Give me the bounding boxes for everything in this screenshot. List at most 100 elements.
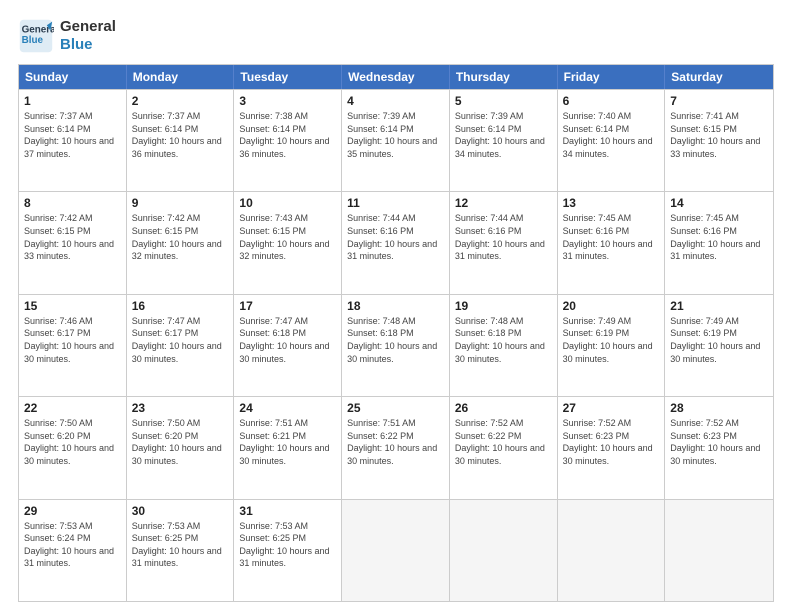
day-info: Sunrise: 7:51 AMSunset: 6:21 PMDaylight:… xyxy=(239,417,336,467)
day-header-thursday: Thursday xyxy=(450,65,558,89)
day-info: Sunrise: 7:37 AMSunset: 6:14 PMDaylight:… xyxy=(24,110,121,160)
day-number: 27 xyxy=(563,401,660,415)
header: General Blue General Blue xyxy=(18,18,774,54)
calendar-cell xyxy=(450,500,558,601)
day-number: 10 xyxy=(239,196,336,210)
calendar-row-5: 29Sunrise: 7:53 AMSunset: 6:24 PMDayligh… xyxy=(19,499,773,601)
calendar-cell: 25Sunrise: 7:51 AMSunset: 6:22 PMDayligh… xyxy=(342,397,450,498)
day-info: Sunrise: 7:44 AMSunset: 6:16 PMDaylight:… xyxy=(347,212,444,262)
calendar-cell: 16 Sunrise: 7:47 AMSunset: 6:17 PMDayligh… xyxy=(127,295,235,396)
day-info: Sunrise: 7:52 AMSunset: 6:23 PMDaylight:… xyxy=(563,417,660,467)
calendar-cell xyxy=(342,500,450,601)
day-number: 16 xyxy=(132,299,229,313)
day-number: 7 xyxy=(670,94,768,108)
day-header-sunday: Sunday xyxy=(19,65,127,89)
calendar-cell: 29Sunrise: 7:53 AMSunset: 6:24 PMDayligh… xyxy=(19,500,127,601)
day-info: Sunrise: 7:53 AMSunset: 6:25 PMDaylight:… xyxy=(132,520,229,570)
day-header-wednesday: Wednesday xyxy=(342,65,450,89)
day-info: Sunrise: 7:49 AMSunset: 6:19 PMDaylight:… xyxy=(670,315,768,365)
day-info: Sunrise: 7:45 AMSunset: 6:16 PMDaylight:… xyxy=(563,212,660,262)
calendar-cell: 2 Sunrise: 7:37 AMSunset: 6:14 PMDaylight… xyxy=(127,90,235,191)
day-info: Sunrise: 7:44 AMSunset: 6:16 PMDaylight:… xyxy=(455,212,552,262)
logo-icon: General Blue xyxy=(18,18,54,54)
calendar-cell: 13 Sunrise: 7:45 AMSunset: 6:16 PMDayligh… xyxy=(558,192,666,293)
day-info: Sunrise: 7:47 AMSunset: 6:17 PMDaylight:… xyxy=(132,315,229,365)
calendar-cell: 5 Sunrise: 7:39 AMSunset: 6:14 PMDaylight… xyxy=(450,90,558,191)
day-number: 15 xyxy=(24,299,121,313)
day-number: 5 xyxy=(455,94,552,108)
day-number: 4 xyxy=(347,94,444,108)
calendar-cell: 11 Sunrise: 7:44 AMSunset: 6:16 PMDayligh… xyxy=(342,192,450,293)
calendar-row-1: 1 Sunrise: 7:37 AMSunset: 6:14 PMDaylight… xyxy=(19,89,773,191)
day-number: 22 xyxy=(24,401,121,415)
calendar-cell: 14 Sunrise: 7:45 AMSunset: 6:16 PMDayligh… xyxy=(665,192,773,293)
day-info: Sunrise: 7:46 AMSunset: 6:17 PMDaylight:… xyxy=(24,315,121,365)
day-number: 2 xyxy=(132,94,229,108)
day-number: 26 xyxy=(455,401,552,415)
day-info: Sunrise: 7:49 AMSunset: 6:19 PMDaylight:… xyxy=(563,315,660,365)
day-number: 14 xyxy=(670,196,768,210)
calendar-cell: 10 Sunrise: 7:43 AMSunset: 6:15 PMDayligh… xyxy=(234,192,342,293)
day-info: Sunrise: 7:41 AMSunset: 6:15 PMDaylight:… xyxy=(670,110,768,160)
calendar-header: SundayMondayTuesdayWednesdayThursdayFrid… xyxy=(19,65,773,89)
calendar-cell: 17Sunrise: 7:47 AMSunset: 6:18 PMDayligh… xyxy=(234,295,342,396)
day-info: Sunrise: 7:53 AMSunset: 6:25 PMDaylight:… xyxy=(239,520,336,570)
day-number: 6 xyxy=(563,94,660,108)
day-number: 21 xyxy=(670,299,768,313)
calendar-cell: 26Sunrise: 7:52 AMSunset: 6:22 PMDayligh… xyxy=(450,397,558,498)
calendar-cell: 23Sunrise: 7:50 AMSunset: 6:20 PMDayligh… xyxy=(127,397,235,498)
day-info: Sunrise: 7:37 AMSunset: 6:14 PMDaylight:… xyxy=(132,110,229,160)
calendar-cell: 21 Sunrise: 7:49 AMSunset: 6:19 PMDayligh… xyxy=(665,295,773,396)
day-info: Sunrise: 7:50 AMSunset: 6:20 PMDaylight:… xyxy=(132,417,229,467)
calendar-cell: 15 Sunrise: 7:46 AMSunset: 6:17 PMDayligh… xyxy=(19,295,127,396)
calendar: SundayMondayTuesdayWednesdayThursdayFrid… xyxy=(18,64,774,602)
day-number: 31 xyxy=(239,504,336,518)
day-number: 29 xyxy=(24,504,121,518)
logo-text2: Blue xyxy=(60,36,116,54)
day-info: Sunrise: 7:47 AMSunset: 6:18 PMDaylight:… xyxy=(239,315,336,365)
day-number: 13 xyxy=(563,196,660,210)
day-number: 20 xyxy=(563,299,660,313)
calendar-body: 1 Sunrise: 7:37 AMSunset: 6:14 PMDaylight… xyxy=(19,89,773,601)
calendar-row-2: 8 Sunrise: 7:42 AMSunset: 6:15 PMDaylight… xyxy=(19,191,773,293)
calendar-cell: 7 Sunrise: 7:41 AMSunset: 6:15 PMDaylight… xyxy=(665,90,773,191)
calendar-cell: 8Sunrise: 7:42 AMSunset: 6:15 PMDaylight… xyxy=(19,192,127,293)
calendar-cell: 27 Sunrise: 7:52 AMSunset: 6:23 PMDayligh… xyxy=(558,397,666,498)
calendar-cell: 20 Sunrise: 7:49 AMSunset: 6:19 PMDayligh… xyxy=(558,295,666,396)
logo-text: General xyxy=(60,18,116,36)
calendar-cell: 19Sunrise: 7:48 AMSunset: 6:18 PMDayligh… xyxy=(450,295,558,396)
day-info: Sunrise: 7:52 AMSunset: 6:23 PMDaylight:… xyxy=(670,417,768,467)
calendar-cell: 9 Sunrise: 7:42 AMSunset: 6:15 PMDaylight… xyxy=(127,192,235,293)
svg-text:Blue: Blue xyxy=(22,35,44,46)
day-number: 9 xyxy=(132,196,229,210)
day-header-monday: Monday xyxy=(127,65,235,89)
day-info: Sunrise: 7:38 AMSunset: 6:14 PMDaylight:… xyxy=(239,110,336,160)
day-number: 24 xyxy=(239,401,336,415)
day-info: Sunrise: 7:39 AMSunset: 6:14 PMDaylight:… xyxy=(347,110,444,160)
calendar-cell: 22 Sunrise: 7:50 AMSunset: 6:20 PMDayligh… xyxy=(19,397,127,498)
calendar-cell: 1 Sunrise: 7:37 AMSunset: 6:14 PMDaylight… xyxy=(19,90,127,191)
calendar-cell: 4 Sunrise: 7:39 AMSunset: 6:14 PMDaylight… xyxy=(342,90,450,191)
day-info: Sunrise: 7:40 AMSunset: 6:14 PMDaylight:… xyxy=(563,110,660,160)
calendar-cell: 30 Sunrise: 7:53 AMSunset: 6:25 PMDayligh… xyxy=(127,500,235,601)
day-info: Sunrise: 7:45 AMSunset: 6:16 PMDaylight:… xyxy=(670,212,768,262)
calendar-cell xyxy=(665,500,773,601)
day-info: Sunrise: 7:43 AMSunset: 6:15 PMDaylight:… xyxy=(239,212,336,262)
day-header-tuesday: Tuesday xyxy=(234,65,342,89)
day-number: 1 xyxy=(24,94,121,108)
day-info: Sunrise: 7:42 AMSunset: 6:15 PMDaylight:… xyxy=(132,212,229,262)
day-info: Sunrise: 7:50 AMSunset: 6:20 PMDaylight:… xyxy=(24,417,121,467)
day-number: 11 xyxy=(347,196,444,210)
day-number: 8 xyxy=(24,196,121,210)
day-number: 3 xyxy=(239,94,336,108)
day-number: 18 xyxy=(347,299,444,313)
calendar-cell: 18 Sunrise: 7:48 AMSunset: 6:18 PMDayligh… xyxy=(342,295,450,396)
day-info: Sunrise: 7:48 AMSunset: 6:18 PMDaylight:… xyxy=(347,315,444,365)
logo: General Blue General Blue xyxy=(18,18,116,54)
page: General Blue General Blue SundayMondayTu… xyxy=(0,0,792,612)
day-header-saturday: Saturday xyxy=(665,65,773,89)
day-info: Sunrise: 7:39 AMSunset: 6:14 PMDaylight:… xyxy=(455,110,552,160)
day-number: 30 xyxy=(132,504,229,518)
calendar-cell: 12Sunrise: 7:44 AMSunset: 6:16 PMDayligh… xyxy=(450,192,558,293)
calendar-cell: 28Sunrise: 7:52 AMSunset: 6:23 PMDayligh… xyxy=(665,397,773,498)
